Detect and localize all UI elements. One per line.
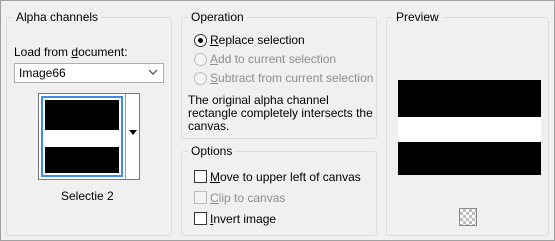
preview-title: Preview (393, 9, 442, 25)
operation-info-line2: rectangle completely intersects the (188, 106, 373, 120)
clip-to-canvas-label[interactable]: Clip to canvas (210, 191, 285, 205)
selection-thumbnail[interactable] (41, 96, 123, 177)
preview-image (398, 80, 541, 175)
add-to-selection-radio[interactable] (194, 53, 207, 66)
caret-down-icon (129, 130, 137, 135)
operation-title: Operation (188, 9, 247, 25)
move-to-upper-left-checkbox[interactable] (194, 170, 207, 183)
replace-selection-radio[interactable] (194, 34, 207, 47)
load-from-document-label: Load from document: (14, 45, 128, 59)
invert-image-label[interactable]: Invert image (210, 212, 276, 226)
selection-thumbnail-image (45, 100, 119, 173)
operation-info-line1: The original alpha channel (188, 93, 329, 107)
subtract-from-selection-radio[interactable] (194, 72, 207, 85)
operation-info-line3: canvas. (188, 119, 230, 133)
invert-image-checkbox[interactable] (194, 212, 207, 225)
subtract-from-selection-label[interactable]: Subtract from current selection (210, 71, 373, 85)
alpha-channels-title: Alpha channels (13, 9, 102, 25)
document-dropdown-value: Image66 (19, 66, 66, 80)
clip-to-canvas-checkbox[interactable] (194, 191, 207, 204)
selection-thumbnail-picker[interactable] (38, 93, 140, 180)
move-to-upper-left-label[interactable]: Move to upper left of canvas (210, 170, 361, 184)
chevron-down-icon (148, 69, 158, 75)
replace-selection-label[interactable]: Replace selection (210, 33, 305, 47)
options-title: Options (188, 143, 236, 159)
transparency-checker-icon (459, 208, 477, 226)
add-to-selection-label[interactable]: Add to current selection (210, 52, 336, 66)
selection-name: Selectie 2 (61, 189, 114, 203)
thumbnail-dropdown-button[interactable] (125, 94, 139, 179)
document-dropdown[interactable]: Image66 (14, 63, 164, 83)
